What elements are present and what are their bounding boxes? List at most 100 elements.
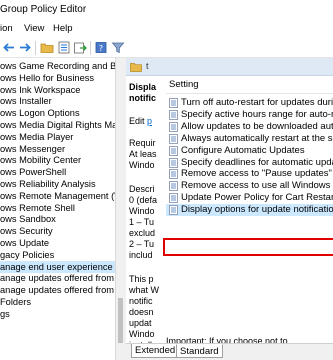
folder-icon [130,63,142,72]
description-line: updat [129,318,152,328]
requirements-line: At leas [129,149,157,159]
tree-item[interactable]: ows Media Digital Rights Man [0,119,115,131]
tree-item[interactable]: ows Sandbox [0,213,115,225]
back-arrow-icon[interactable] [2,41,16,54]
header-glyph: t [146,61,149,71]
setting-row[interactable]: Specify deadlines for automatic updates … [166,157,333,169]
tree-scrollbar[interactable] [117,58,125,360]
setting-row[interactable]: Always automatically restart at the sche… [166,133,333,145]
tree-item[interactable]: anage updates offered from \ [0,284,115,296]
setting-row[interactable]: Allow updates to be downloaded automati [166,121,333,133]
policy-setting-icon [169,193,178,204]
setting-label: Allow updates to be downloaded automati [181,120,333,132]
setting-row[interactable]: Display options for update notifications [166,204,333,217]
policy-setting-icon [169,98,178,108]
tree-item[interactable]: ows Reliability Analysis [0,178,115,190]
tab-extended[interactable]: Extended [131,344,180,358]
description-line: what W [129,285,160,295]
description-panel: Displa notific Edit p Requir At leas Win… [126,76,164,343]
tree-item[interactable]: anage end user experience [0,260,115,273]
tree-item[interactable]: ows Game Recording and Bro [0,60,115,72]
tree-item[interactable]: ows Remote Shell [0,202,115,214]
description-line: doesn [129,307,154,317]
window-title: Group Policy Editor [0,4,87,15]
tree-item[interactable]: ows Logon Options [0,107,115,119]
tree-scrollbar-thumb[interactable] [118,298,123,343]
folder-icon[interactable] [40,41,54,54]
menu-help[interactable]: Help [53,23,73,34]
setting-row[interactable]: Configure Automatic Updates [166,145,333,157]
setting-label: Specify deadlines for automatic updates … [181,156,333,168]
requirements-line: Windo [129,160,155,170]
tree-item[interactable]: anage updates offered from \ [0,272,115,284]
filter-icon[interactable] [111,41,125,54]
tree-item[interactable]: ows Mobility Center [0,154,115,166]
svg-text:?: ? [99,44,103,53]
description-line: Descri [129,184,155,194]
settings-list: Setting Turn off auto-restart for update… [166,76,333,343]
description-line: Windo [129,329,155,339]
setting-row[interactable]: Specify active hours range for auto-rest… [166,109,333,121]
setting-row[interactable]: Remove access to "Pause updates" featur [166,168,333,180]
setting-label: Always automatically restart at the sche… [181,132,333,144]
policy-setting-icon [169,181,178,192]
tree-item[interactable]: ows Remote Management (W [0,190,115,202]
policy-setting-icon [169,145,178,156]
policy-setting-icon [169,133,178,144]
tab-standard[interactable]: Standard [176,344,223,358]
tree-item[interactable]: gacy Policies [0,249,115,261]
setting-label: Turn off auto-restart for updates during… [181,97,333,108]
toolbar-separator [90,41,91,55]
tree-item[interactable]: ows Security [0,225,115,237]
tree-item[interactable]: Folders [0,296,115,308]
tree-item[interactable]: ows Hello for Business [0,72,115,84]
setting-label: Specify active hours range for auto-rest… [181,108,333,120]
tree-item[interactable]: ows Installer [0,95,115,107]
desc-title-line: notific [129,93,156,103]
description-line: Windo [129,206,155,216]
menu-bar: ion View Help [0,20,333,38]
policy-setting-icon [169,121,178,132]
setting-label: Configure Automatic Updates [181,144,305,156]
tree-item[interactable]: gs [0,308,115,320]
menu-action[interactable]: ion [0,23,13,34]
tree-item[interactable]: ows Update [0,237,115,249]
tree-item[interactable]: ows PowerShell [0,166,115,178]
setting-label: Update Power Policy for Cart Restarts [181,192,333,204]
requirements-line: Requir [129,138,156,148]
policy-tree: ows Game Recording and Bro ows Hello for … [0,58,116,360]
toolbar-separator [35,41,36,55]
export-icon[interactable] [73,41,87,54]
setting-column-header[interactable]: Setting [169,79,199,92]
setting-row[interactable]: Turn off auto-restart for updates during… [166,97,333,109]
description-line: 0 (defa [129,195,158,205]
setting-label: Remove access to "Pause updates" featur [181,168,333,180]
header-divider [166,93,333,94]
description-line: 1 – Tu [129,217,155,227]
tree-item[interactable]: ows Ink Workspace [0,84,115,96]
view-tabs: Extended Standard [126,343,333,360]
setting-row[interactable]: Remove access to use all Windows Updat [166,180,333,192]
edit-prefix: Edit [129,116,148,126]
forward-arrow-icon[interactable] [18,41,32,54]
details-header: t [126,58,333,76]
policy-setting-icon [169,169,178,180]
toolbar: ? [0,38,333,58]
tree-item[interactable]: ows Messenger [0,143,115,155]
details-pane: t Displa notific Edit p Requir At leas W… [126,58,333,343]
menu-view[interactable]: View [24,23,44,34]
properties-sheet-icon[interactable] [57,41,71,54]
description-line: 2 – Tu [129,239,155,249]
description-line: notific [129,296,153,306]
edit-policy-link[interactable]: p [147,116,152,126]
policy-setting-icon [169,157,178,168]
clipped-description-text: Important: If you choose not to [166,336,288,343]
policy-setting-icon [169,109,178,120]
help-book-icon[interactable]: ? [94,41,108,54]
edit-policy-line: Edit p [129,116,152,126]
tree-item[interactable]: ows Media Player [0,131,115,143]
setting-row[interactable]: Update Power Policy for Cart Restarts [166,192,333,204]
policy-setting-icon [169,205,178,215]
setting-label: Remove access to use all Windows Updat [181,180,333,192]
setting-label: Display options for update notifications [181,204,333,216]
